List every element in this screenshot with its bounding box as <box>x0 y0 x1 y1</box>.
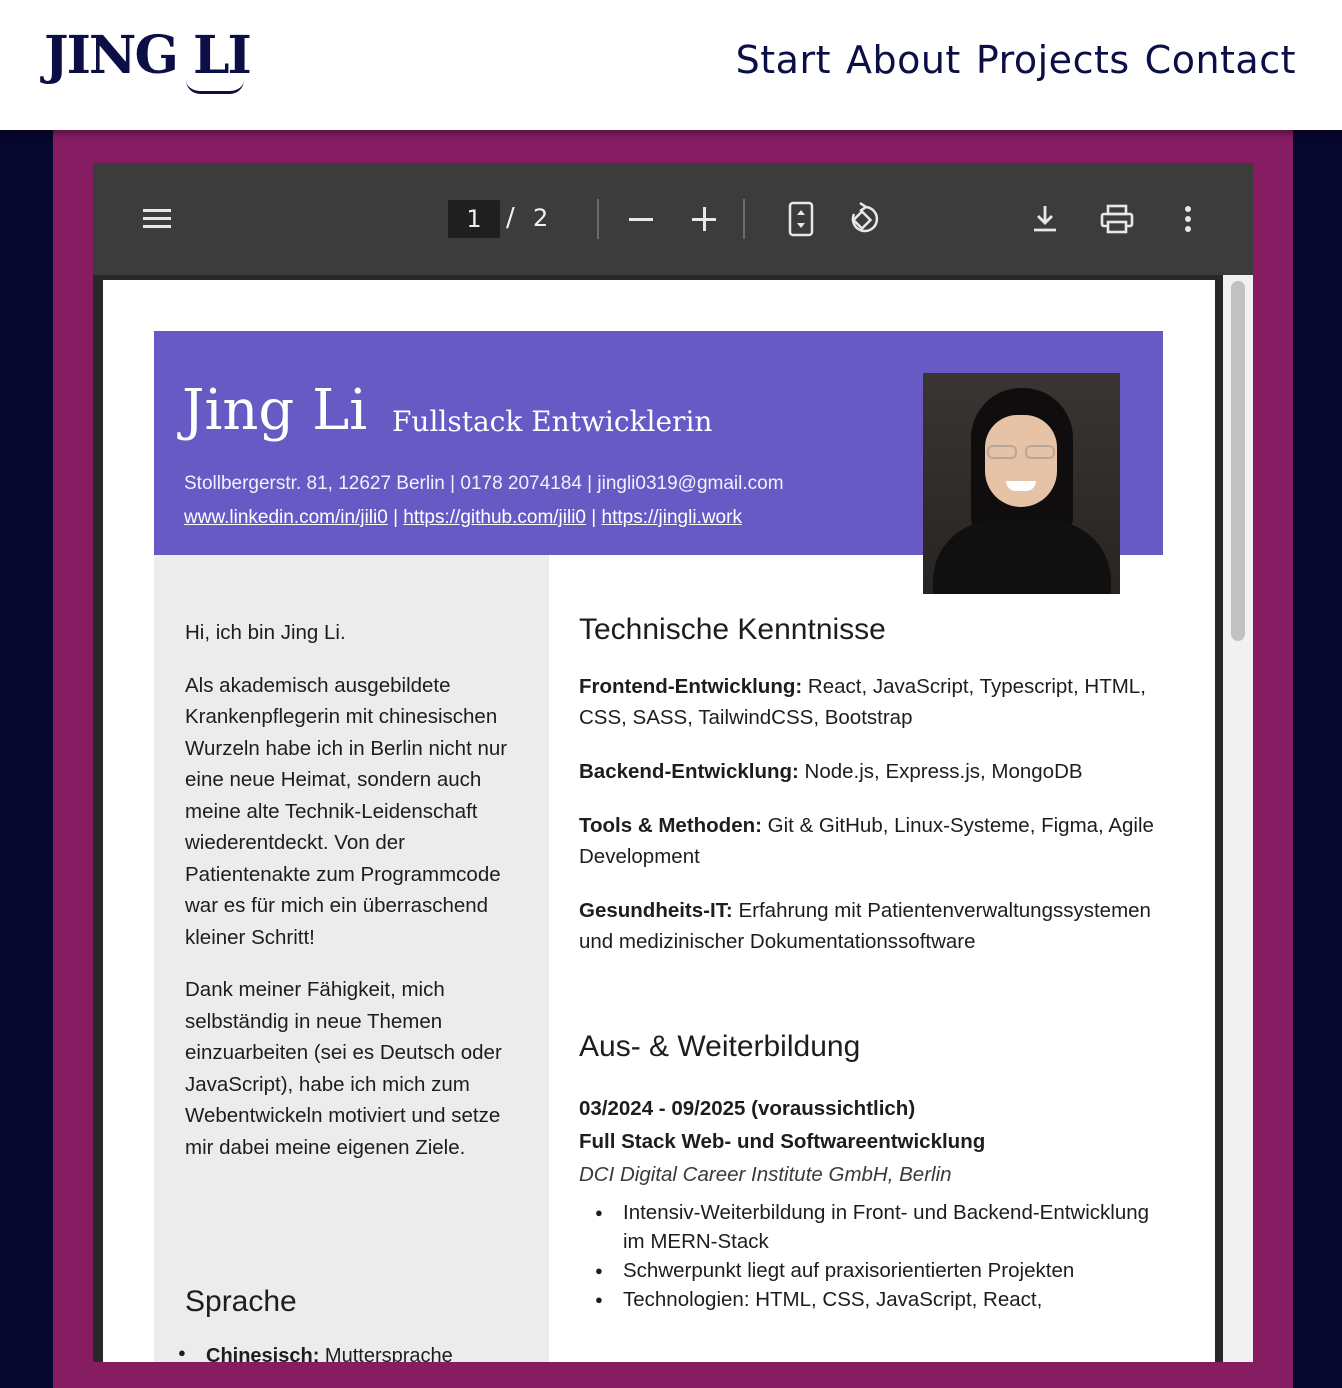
main-nav: Start About Projects Contact <box>736 39 1296 82</box>
skills-heading: Technische Kenntnisse <box>579 613 886 646</box>
list-item: Schwerpunkt liegt auf praxisorientierten… <box>579 1256 1159 1285</box>
logo-swash <box>186 80 244 94</box>
cv-main: Technische Kenntnisse Frontend-Entwicklu… <box>579 555 1159 1314</box>
intro-text: Hi, ich bin Jing Li. Als akademisch ausg… <box>185 617 525 1184</box>
education-heading: Aus- & Weiterbildung <box>579 1030 861 1063</box>
skill-health-it: Gesundheits-IT: Erfahrung mit Patientenv… <box>579 895 1159 957</box>
linkedin-link[interactable]: www.linkedin.com/in/jili0 <box>184 507 388 528</box>
skill-frontend: Frontend-Entwicklung: React, JavaScript,… <box>579 671 1159 733</box>
cv-links: www.linkedin.com/in/jili0 | https://gith… <box>184 507 742 529</box>
language-item: Chinesisch: Muttersprache <box>178 1345 453 1362</box>
skill-label: Tools & Methoden: <box>579 814 762 837</box>
nav-about[interactable]: About <box>846 39 961 82</box>
pdf-page: Jing Li Fullstack Entwicklerin Stollberg… <box>103 280 1215 1362</box>
pdf-viewer: 1 / 2 Jing Li Fullstack Entwicklerin Sto… <box>93 163 1253 1362</box>
pdf-scrollbar-thumb[interactable] <box>1231 281 1245 641</box>
education-date: 03/2024 - 09/2025 (voraussichtlich) <box>579 1097 916 1120</box>
list-item: Intensiv-Weiterbildung in Front- und Bac… <box>579 1198 1159 1256</box>
cv-contact: Stollbergerstr. 81, 12627 Berlin | 0178 … <box>184 473 784 494</box>
cv-sidebar: Hi, ich bin Jing Li. Als akademisch ausg… <box>154 555 549 1362</box>
page-separator: / <box>506 203 515 233</box>
print-icon[interactable] <box>1099 203 1135 235</box>
skill-tools: Tools & Methoden: Git & GitHub, Linux-Sy… <box>579 810 1159 872</box>
list-item: Technologien: HTML, CSS, JavaScript, Rea… <box>579 1285 1159 1314</box>
intro-greeting: Hi, ich bin Jing Li. <box>185 621 346 644</box>
intro-paragraph: Dank meiner Fähigkeit, mich selbständig … <box>185 978 502 1159</box>
education-bullets: Intensiv-Weiterbildung in Front- und Bac… <box>579 1198 1159 1314</box>
cv-name: Jing Li <box>182 378 368 443</box>
skill-value: Node.js, Express.js, MongoDB <box>804 760 1083 783</box>
link-separator: | <box>591 507 597 528</box>
more-options-icon[interactable] <box>1183 205 1193 233</box>
toolbar-divider <box>743 199 745 239</box>
intro-paragraph: Als akademisch ausgebildete Krankenpfleg… <box>185 673 508 949</box>
nav-start[interactable]: Start <box>736 39 831 82</box>
skill-label: Backend-Entwicklung: <box>579 760 799 783</box>
skill-backend: Backend-Entwicklung: Node.js, Express.js… <box>579 756 1159 787</box>
zoom-out-icon[interactable] <box>629 218 653 221</box>
site-header: JING LI Start About Projects Contact <box>0 0 1342 130</box>
toolbar-divider <box>597 199 599 239</box>
education-institution: DCI Digital Career Institute GmbH, Berli… <box>579 1163 952 1186</box>
education-title: Full Stack Web- und Softwareentwicklung <box>579 1130 986 1153</box>
skill-label: Frontend-Entwicklung: <box>579 675 803 698</box>
github-link[interactable]: https://github.com/jili0 <box>403 507 586 528</box>
download-icon[interactable] <box>1030 203 1060 235</box>
language-item-value: Muttersprache <box>324 1345 453 1362</box>
page-number-input[interactable]: 1 <box>448 200 500 238</box>
nav-contact[interactable]: Contact <box>1145 39 1296 82</box>
language-item-label: Chinesisch: <box>206 1345 320 1362</box>
site-logo[interactable]: JING LI <box>44 30 252 82</box>
skill-label: Gesundheits-IT: <box>579 899 733 922</box>
cv-role: Fullstack Entwicklerin <box>392 405 713 438</box>
language-heading: Sprache <box>185 1285 297 1318</box>
fit-page-icon[interactable] <box>788 201 814 237</box>
total-pages: 2 <box>533 204 549 232</box>
pdf-toolbar: 1 / 2 <box>93 163 1253 275</box>
rotate-icon[interactable] <box>847 201 883 237</box>
menu-icon[interactable] <box>143 209 171 229</box>
link-separator: | <box>393 507 399 528</box>
zoom-in-icon-vertical <box>703 207 706 231</box>
website-link[interactable]: https://jingli.work <box>602 507 742 528</box>
nav-projects[interactable]: Projects <box>976 39 1130 82</box>
